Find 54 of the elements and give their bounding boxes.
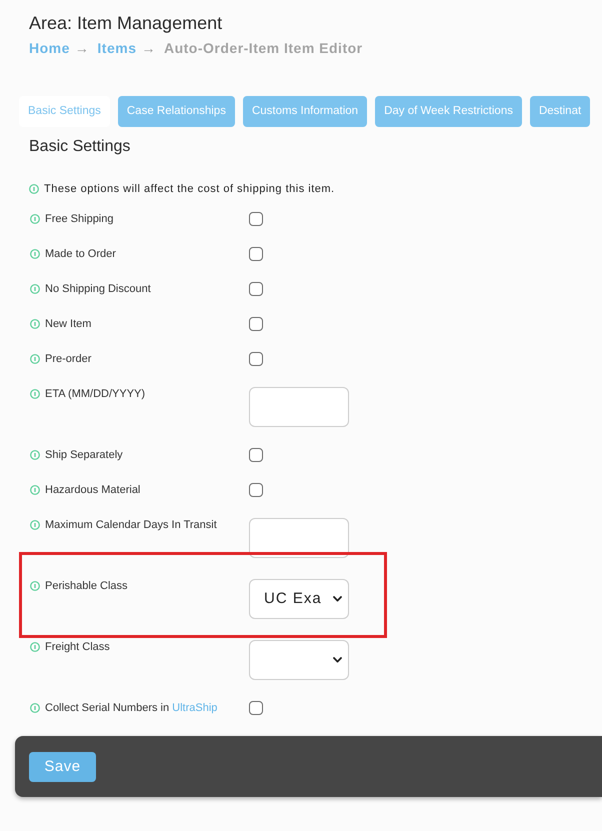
checkbox[interactable]	[249, 212, 263, 226]
info-note: These options will affect the cost of shipping this item.	[44, 182, 335, 196]
checkbox[interactable]	[249, 247, 263, 261]
info-icon	[30, 450, 40, 460]
field-label: New Item	[45, 317, 92, 331]
field-label: Made to Order	[45, 247, 116, 261]
ultraship-link[interactable]: UltraShip	[172, 702, 218, 714]
checkbox[interactable]	[249, 701, 263, 715]
tab[interactable]: Day of Week Restrictions	[375, 96, 522, 127]
info-icon	[30, 284, 40, 294]
input-field[interactable]	[249, 518, 349, 558]
field-label: Hazardous Material	[45, 483, 140, 497]
section-heading: Basic Settings	[29, 137, 132, 157]
chevron-icon	[333, 596, 342, 602]
dropdown-field[interactable]: UC Exa	[249, 579, 349, 619]
tab[interactable]: Case Relationships	[118, 96, 235, 127]
info-icon	[30, 389, 40, 399]
info-icon	[30, 354, 40, 364]
breadcrumb-current: Auto-Order-Item Item Editor	[164, 39, 363, 58]
checkbox[interactable]	[249, 282, 263, 296]
field-label: Collect Serial Numbers in UltraShip	[45, 701, 218, 715]
info-icon	[30, 249, 40, 259]
info-icon	[30, 485, 40, 495]
checkbox[interactable]	[249, 352, 263, 366]
info-icon	[30, 520, 40, 530]
save-button[interactable]: Save	[29, 752, 96, 782]
info-icon	[30, 214, 40, 224]
breadcrumb-separator: →	[141, 39, 156, 58]
info-icon	[30, 642, 40, 652]
tab[interactable]: Basic Settings	[19, 96, 110, 127]
field-label: Maximum Calendar Days In Transit	[45, 518, 217, 532]
chevron-icon	[333, 657, 342, 663]
field-label: No Shipping Discount	[45, 282, 151, 296]
breadcrumb-link[interactable]: Items	[97, 38, 136, 58]
checkbox[interactable]	[249, 483, 263, 497]
dropdown-field[interactable]	[249, 640, 349, 680]
tab[interactable]: Destinat	[530, 96, 590, 127]
breadcrumb-separator: →	[74, 39, 90, 58]
checkbox[interactable]	[249, 448, 263, 462]
info-icon	[30, 703, 40, 713]
info-icon	[30, 581, 40, 591]
field-label: Free Shipping	[45, 212, 114, 226]
field-label: Freight Class	[45, 640, 110, 654]
info-icon	[29, 184, 39, 194]
tab[interactable]: Customs Information	[242, 96, 368, 127]
page-title: Area: Item Management	[29, 12, 224, 34]
field-label: Ship Separately	[45, 448, 123, 462]
field-label: ETA (MM/DD/YYYY)	[45, 387, 146, 401]
breadcrumb-link[interactable]: Home	[29, 38, 70, 58]
input-field[interactable]	[249, 387, 349, 427]
field-label: Pre-order	[45, 352, 92, 366]
checkbox[interactable]	[249, 317, 263, 331]
info-icon	[30, 319, 40, 329]
field-label: Perishable Class	[45, 579, 128, 593]
